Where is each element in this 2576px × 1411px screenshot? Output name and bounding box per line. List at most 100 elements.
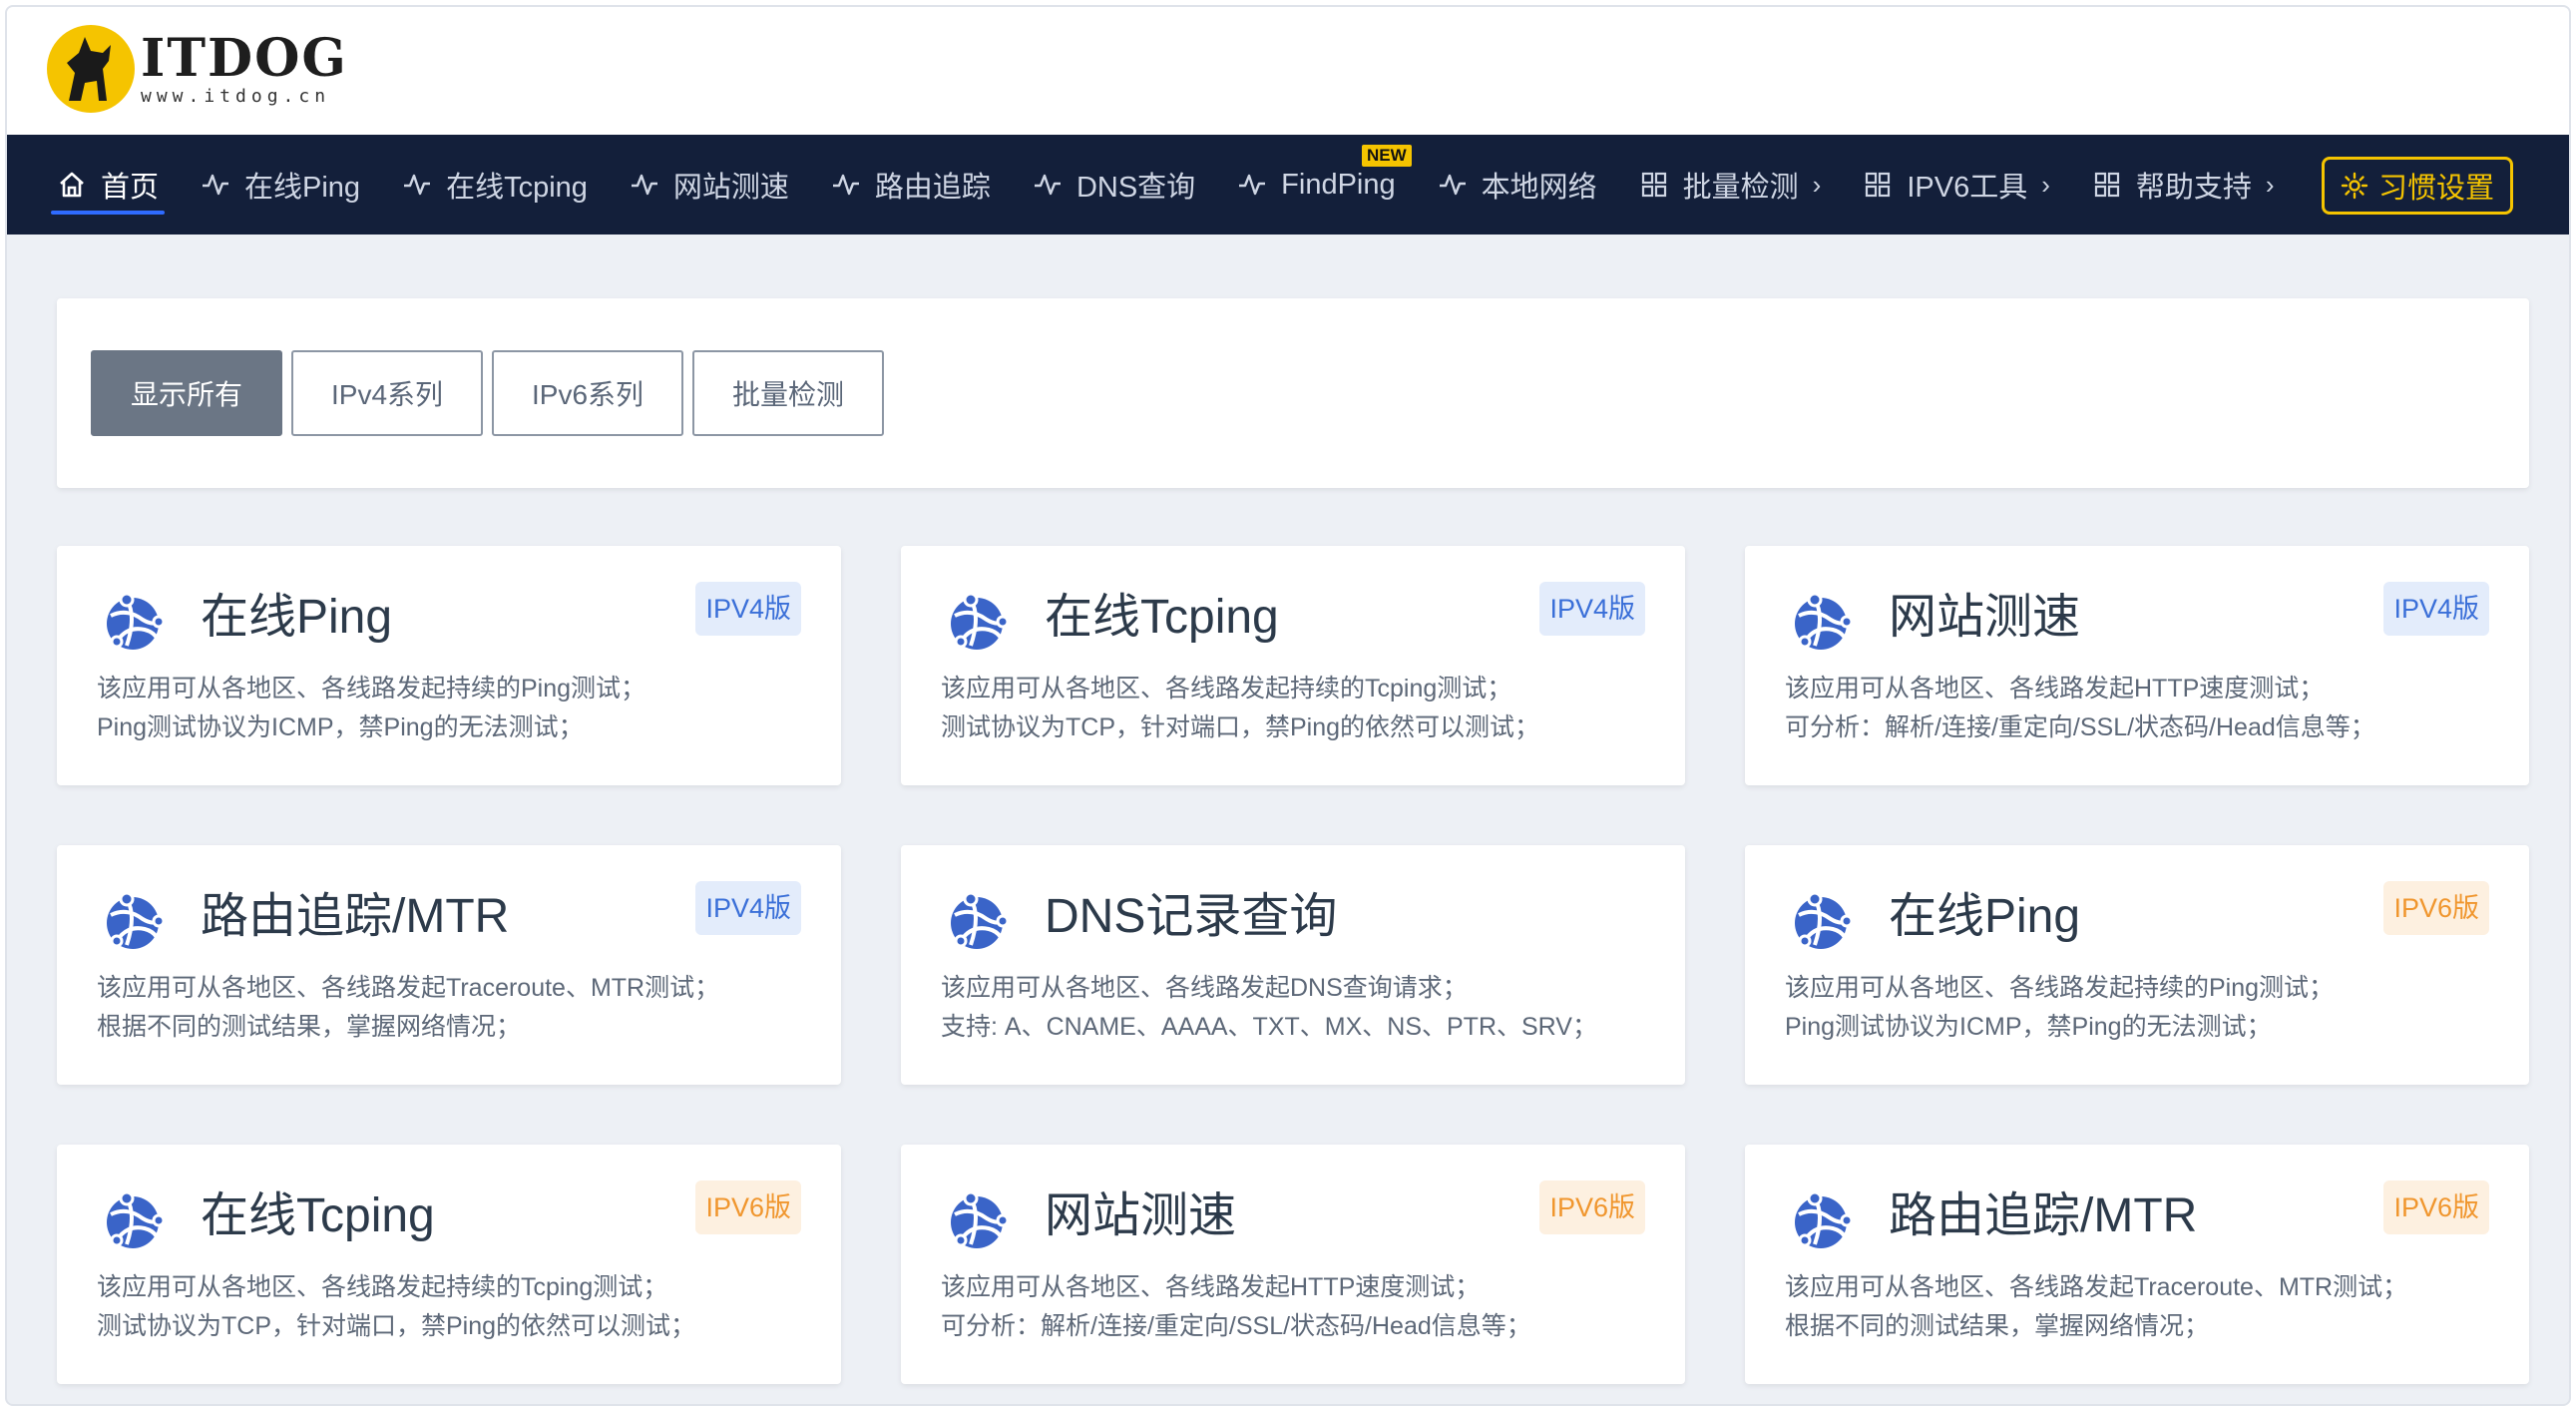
nav-label: FindPing bbox=[1281, 168, 1396, 201]
nav-label: 首页 bbox=[101, 172, 160, 204]
card-description: 该应用可从各地区、各线路发起HTTP速度测试； 可分析：解析/连接/重定向/SSL… bbox=[1785, 670, 2509, 747]
card-desc-line: 该应用可从各地区、各线路发起DNS查询请求； bbox=[941, 974, 1468, 1002]
card-desc-line: 根据不同的测试结果，掌握网络情况； bbox=[97, 1013, 522, 1041]
tool-card[interactable]: 网站测速 IPV4版 该应用可从各地区、各线路发起HTTP速度测试； 可分析：解析… bbox=[1745, 546, 2529, 785]
card-title: 在线Ping bbox=[1889, 890, 2081, 943]
nav-item-help[interactable]: 帮助支持 › bbox=[2092, 135, 2275, 235]
globe-app-icon bbox=[949, 1190, 1010, 1250]
globe-app-icon bbox=[1793, 891, 1854, 951]
globe-app-icon bbox=[949, 592, 1010, 652]
filter-ipv4-button[interactable]: IPv4系列 bbox=[291, 350, 483, 436]
card-desc-line: 可分析：解析/连接/重定向/SSL/状态码/Head信息等； bbox=[941, 1312, 1531, 1340]
nav-label: 帮助支持 bbox=[2135, 172, 2252, 204]
nav-label: IPV6工具 bbox=[1907, 172, 2028, 204]
card-desc-line: 支持: A、CNAME、AAAA、TXT、MX、NS、PTR、SRV； bbox=[941, 1013, 1597, 1041]
logo-title: ITDOG bbox=[141, 28, 348, 89]
nav-item-ipv6-tools[interactable]: IPV6工具 › bbox=[1863, 135, 2050, 235]
card-title: 在线Tcping bbox=[1045, 591, 1279, 644]
card-title: DNS记录查询 bbox=[1045, 890, 1338, 943]
card-desc-line: 根据不同的测试结果，掌握网络情况； bbox=[1785, 1312, 2210, 1340]
settings-button[interactable]: 习惯设置 bbox=[2321, 157, 2513, 215]
card-title: 路由追踪/MTR bbox=[1889, 1189, 2198, 1242]
nav-item-traceroute[interactable]: 路由追踪 bbox=[831, 135, 991, 235]
version-badge: IPV4版 bbox=[1539, 582, 1645, 636]
card-desc-line: 该应用可从各地区、各线路发起持续的Ping测试； bbox=[97, 675, 646, 703]
version-badge: IPV6版 bbox=[2383, 1180, 2489, 1234]
nav-item-home[interactable]: 首页 bbox=[50, 135, 166, 235]
card-title: 网站测速 bbox=[1045, 1189, 1237, 1242]
nav-item-dns[interactable]: DNS查询 bbox=[1033, 135, 1195, 235]
grid-icon bbox=[1866, 172, 1891, 198]
card-desc-line: 该应用可从各地区、各线路发起Traceroute、MTR测试； bbox=[97, 974, 720, 1002]
pulse-icon bbox=[203, 174, 229, 196]
filter-panel: 显示所有 IPv4系列 IPv6系列 批量检测 bbox=[57, 298, 2529, 488]
nav-label: 本地网络 bbox=[1481, 172, 1597, 204]
globe-app-icon bbox=[105, 1190, 166, 1250]
new-badge: NEW bbox=[1361, 145, 1412, 167]
card-desc-line: 该应用可从各地区、各线路发起持续的Tcping测试； bbox=[941, 675, 1512, 703]
home-icon bbox=[60, 172, 84, 198]
card-desc-line: 该应用可从各地区、各线路发起HTTP速度测试； bbox=[941, 1273, 1481, 1301]
globe-app-icon bbox=[1793, 592, 1854, 652]
tool-card[interactable]: 在线Ping IPV4版 该应用可从各地区、各线路发起持续的Ping测试； Pin… bbox=[57, 546, 841, 785]
version-badge: IPV4版 bbox=[695, 582, 801, 636]
logo[interactable]: ITDOG www.itdog.cn bbox=[45, 23, 348, 115]
nav-item-speedtest[interactable]: 网站测速 bbox=[630, 135, 789, 235]
card-desc-line: 可分析：解析/连接/重定向/SSL/状态码/Head信息等； bbox=[1785, 713, 2375, 741]
version-badge: IPV6版 bbox=[1539, 1180, 1645, 1234]
nav-item-tcping[interactable]: 在线Tcping bbox=[402, 135, 588, 235]
settings-label: 习惯设置 bbox=[2377, 173, 2494, 205]
nav-label: 网站测速 bbox=[672, 172, 789, 204]
card-title: 在线Ping bbox=[201, 591, 393, 644]
card-description: 该应用可从各地区、各线路发起持续的Tcping测试； 测试协议为TCP，针对端口，… bbox=[97, 1268, 821, 1346]
nav-item-batch[interactable]: 批量检测 › bbox=[1639, 135, 1821, 235]
card-description: 该应用可从各地区、各线路发起持续的Ping测试； Ping测试协议为ICMP，禁P… bbox=[97, 670, 821, 747]
version-badge: IPV6版 bbox=[2383, 881, 2489, 935]
pulse-icon bbox=[832, 174, 859, 196]
tool-card[interactable]: 路由追踪/MTR IPV4版 该应用可从各地区、各线路发起Traceroute、… bbox=[57, 845, 841, 1085]
tool-card[interactable]: 在线Tcping IPV4版 该应用可从各地区、各线路发起持续的Tcping测试… bbox=[901, 546, 1685, 785]
card-desc-line: 该应用可从各地区、各线路发起HTTP速度测试； bbox=[1785, 675, 2325, 703]
nav-label: 批量检测 bbox=[1682, 172, 1799, 204]
card-title: 在线Tcping bbox=[201, 1189, 435, 1242]
nav-label: 在线Ping bbox=[244, 172, 361, 204]
card-title: 网站测速 bbox=[1889, 591, 2081, 644]
filter-all-button[interactable]: 显示所有 bbox=[91, 350, 282, 436]
nav-item-ping[interactable]: 在线Ping bbox=[201, 135, 360, 235]
tool-card-grid: 在线Ping IPV4版 该应用可从各地区、各线路发起持续的Ping测试； Pin… bbox=[57, 546, 2529, 1384]
card-desc-line: 该应用可从各地区、各线路发起Traceroute、MTR测试； bbox=[1785, 1273, 2408, 1301]
filter-ipv6-button[interactable]: IPv6系列 bbox=[492, 350, 683, 436]
tool-card[interactable]: 在线Tcping IPV6版 该应用可从各地区、各线路发起持续的Tcping测试… bbox=[57, 1145, 841, 1384]
card-desc-line: 该应用可从各地区、各线路发起持续的Tcping测试； bbox=[97, 1273, 668, 1301]
logo-url: www.itdog.cn bbox=[141, 86, 331, 107]
nav-item-findping[interactable]: FindPing NEW bbox=[1237, 135, 1412, 235]
globe-app-icon bbox=[949, 891, 1010, 951]
card-description: 该应用可从各地区、各线路发起持续的Ping测试； Ping测试协议为ICMP，禁P… bbox=[1785, 969, 2509, 1047]
dog-logo-icon bbox=[47, 25, 135, 113]
tool-card[interactable]: DNS记录查询 该应用可从各地区、各线路发起DNS查询请求； 支持: A、CNAM… bbox=[901, 845, 1685, 1085]
card-desc-line: 该应用可从各地区、各线路发起持续的Ping测试； bbox=[1785, 974, 2335, 1002]
tool-card[interactable]: 路由追踪/MTR IPV6版 该应用可从各地区、各线路发起Traceroute、… bbox=[1745, 1145, 2529, 1384]
pulse-icon bbox=[1239, 174, 1266, 196]
nav-item-local-network[interactable]: 本地网络 bbox=[1438, 135, 1597, 235]
page-frame: ITDOG www.itdog.cn 首页 在线Ping 在线Tcping 网站… bbox=[5, 5, 2571, 1406]
tool-card[interactable]: 在线Ping IPV6版 该应用可从各地区、各线路发起持续的Ping测试； Pin… bbox=[1745, 845, 2529, 1085]
card-desc-line: Ping测试协议为ICMP，禁Ping的无法测试； bbox=[1785, 1013, 2272, 1041]
tool-card[interactable]: 网站测速 IPV6版 该应用可从各地区、各线路发起HTTP速度测试； 可分析：解析… bbox=[901, 1145, 1685, 1384]
card-description: 该应用可从各地区、各线路发起DNS查询请求； 支持: A、CNAME、AAAA、T… bbox=[941, 969, 1665, 1047]
card-description: 该应用可从各地区、各线路发起持续的Tcping测试； 测试协议为TCP，针对端口，… bbox=[941, 670, 1665, 747]
filter-batch-button[interactable]: 批量检测 bbox=[692, 350, 884, 436]
card-description: 该应用可从各地区、各线路发起Traceroute、MTR测试； 根据不同的测试结果… bbox=[1785, 1268, 2509, 1346]
pulse-icon bbox=[1034, 174, 1061, 196]
grid-icon bbox=[2094, 172, 2119, 198]
chevron-right-icon: › bbox=[2041, 169, 2050, 200]
card-description: 该应用可从各地区、各线路发起Traceroute、MTR测试； 根据不同的测试结果… bbox=[97, 969, 821, 1047]
globe-app-icon bbox=[105, 592, 166, 652]
nav-label: 路由追踪 bbox=[874, 172, 991, 204]
version-badge: IPV4版 bbox=[695, 881, 801, 935]
chevron-right-icon: › bbox=[2265, 169, 2275, 200]
card-desc-line: 测试协议为TCP，针对端口，禁Ping的依然可以测试； bbox=[941, 713, 1540, 741]
pulse-icon bbox=[1439, 174, 1466, 196]
globe-app-icon bbox=[105, 891, 166, 951]
version-badge: IPV4版 bbox=[2383, 582, 2489, 636]
